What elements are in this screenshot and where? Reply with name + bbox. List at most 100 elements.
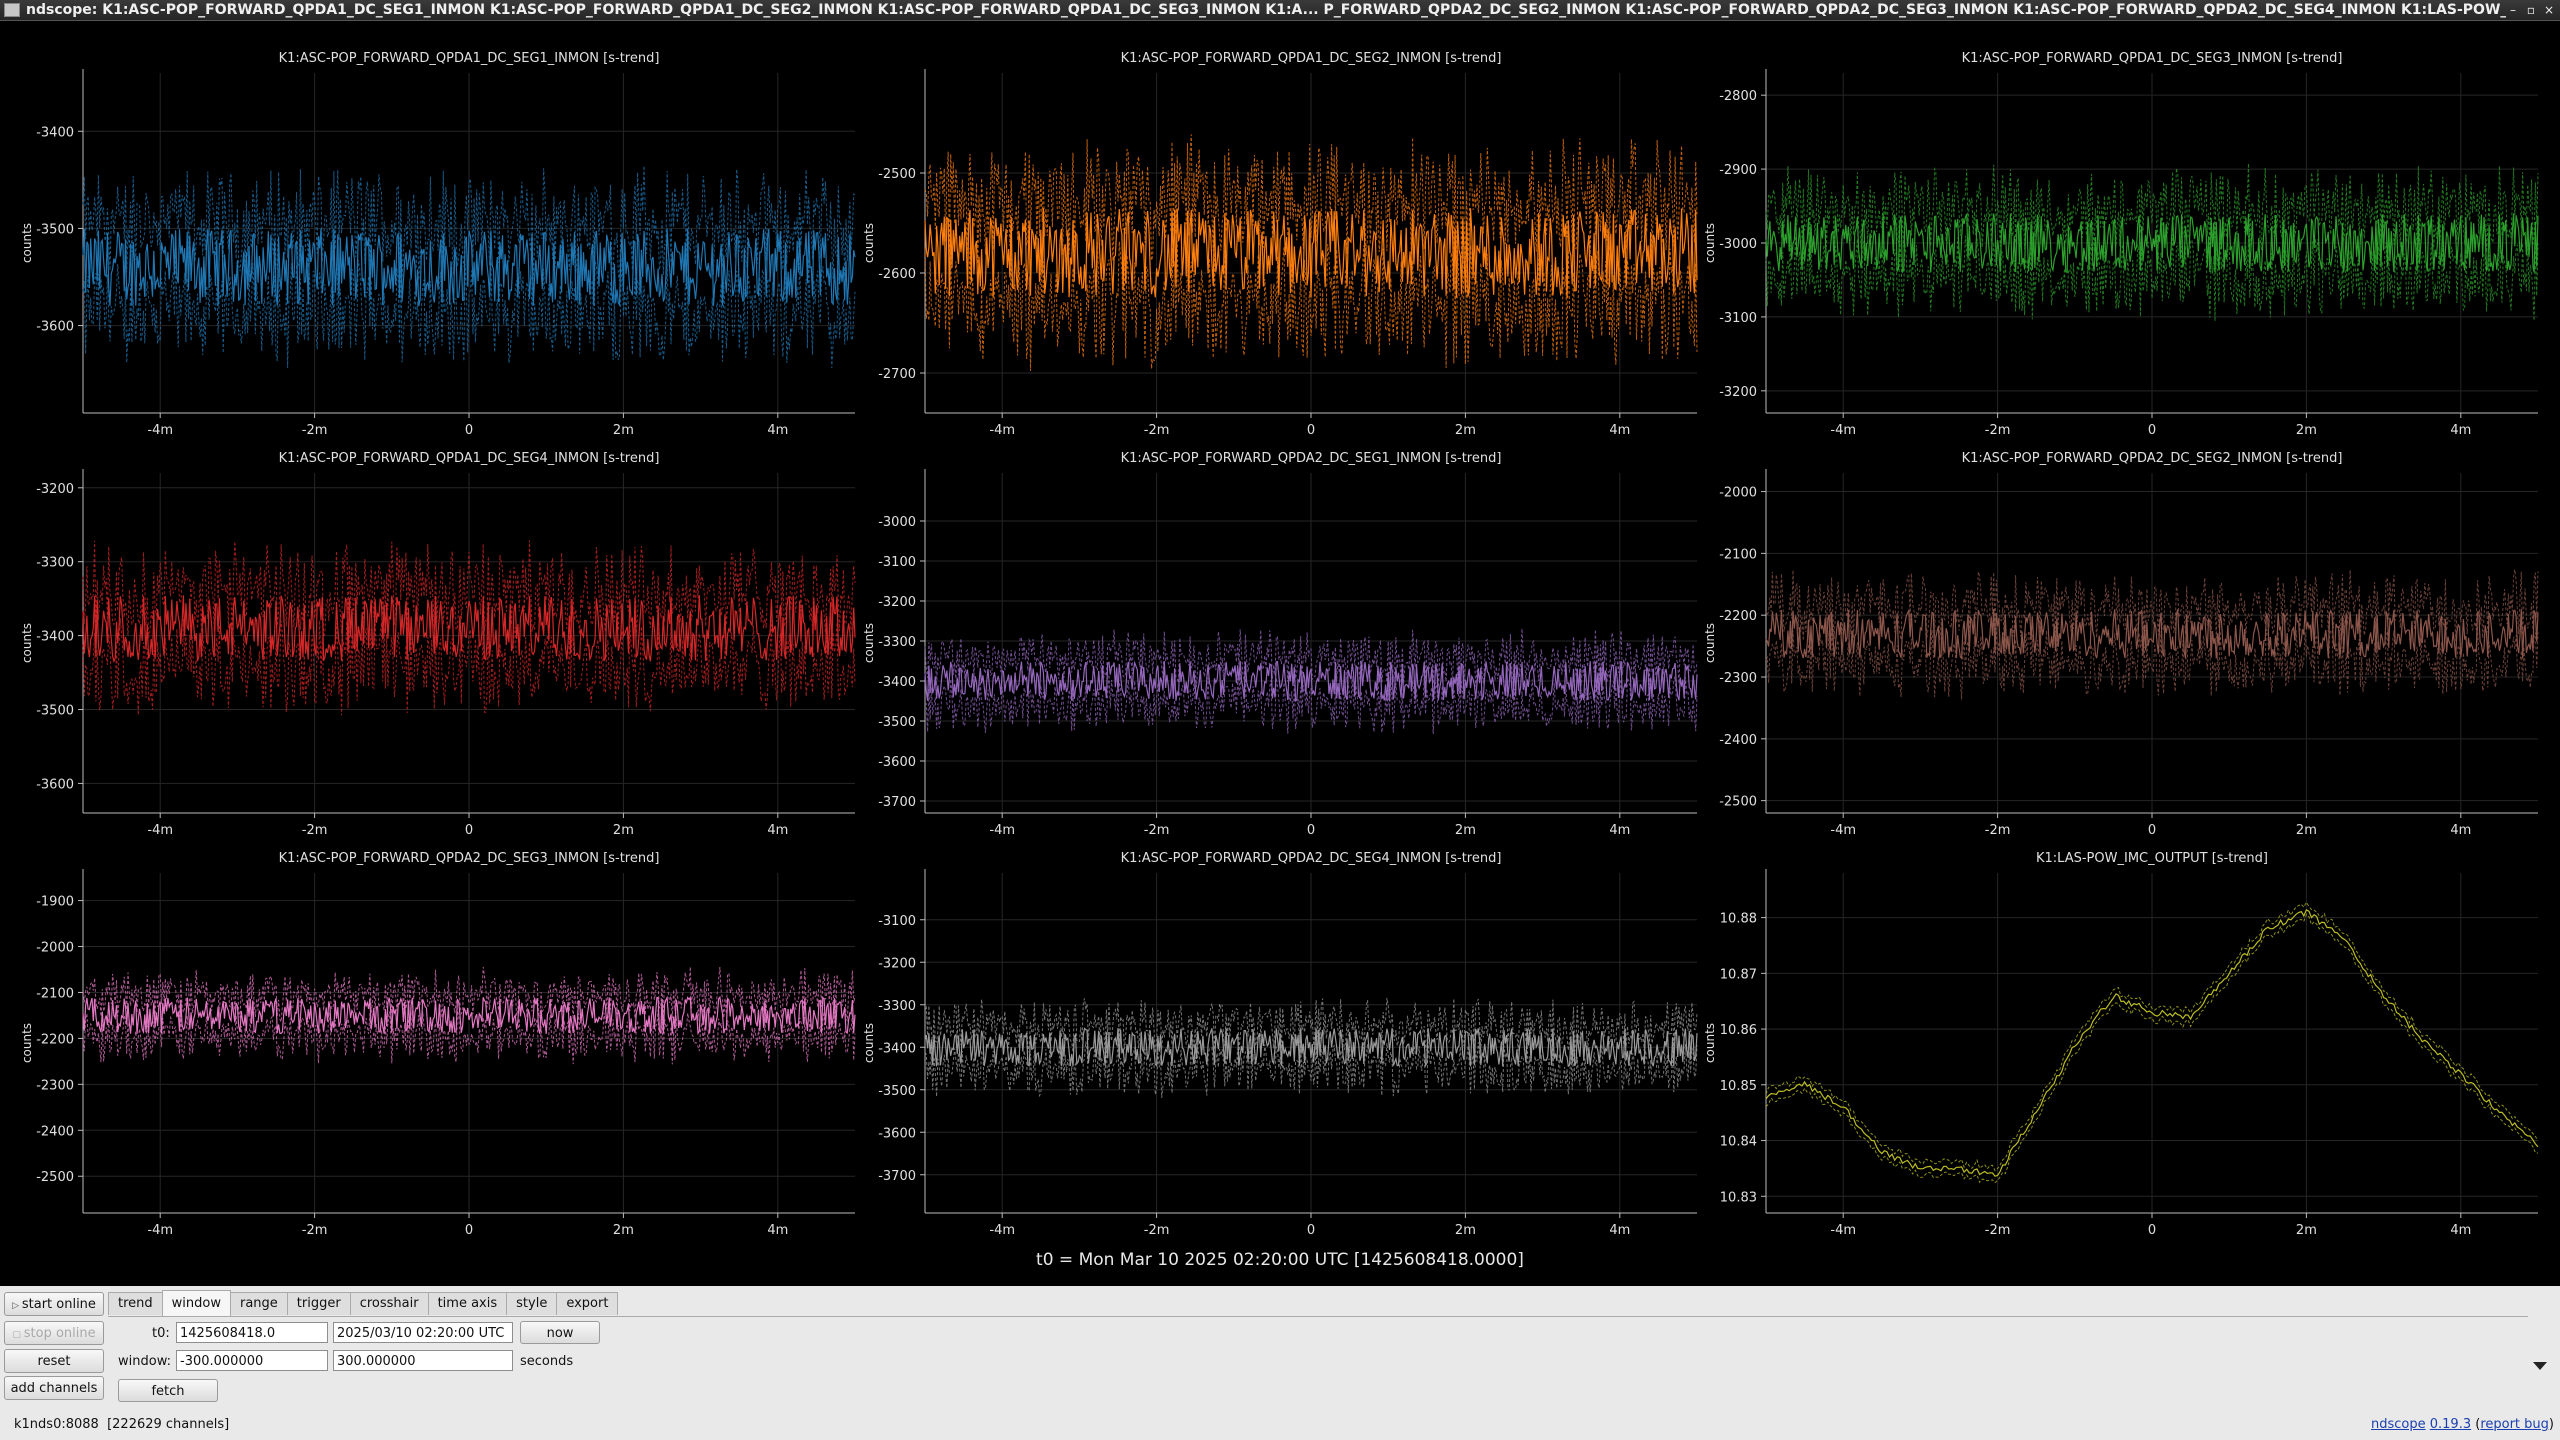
y-tick-label: -2000	[1719, 486, 1757, 501]
x-tick-label: 2m	[613, 823, 634, 838]
plot-title: K1:ASC-POP_FORWARD_QPDA2_DC_SEG1_INMON […	[1121, 451, 1502, 466]
x-tick-label: 4m	[2450, 823, 2471, 838]
tab-trigger[interactable]: trigger	[286, 1292, 351, 1315]
version-link[interactable]: 0.19.3	[2430, 1417, 2471, 1432]
y-tick-label: -3600	[36, 777, 74, 792]
plot-title: K1:LAS-POW_IMC_OUTPUT [s-trend]	[2036, 851, 2268, 866]
close-icon[interactable]: ×	[2542, 3, 2556, 17]
y-tick-label: -3700	[878, 795, 916, 810]
y-tick-label: -3500	[36, 704, 74, 719]
tab-crosshair[interactable]: crosshair	[349, 1292, 429, 1315]
x-tick-label: -2m	[302, 423, 328, 438]
y-tick-label: 10.83	[1720, 1190, 1757, 1205]
plot-title: K1:ASC-POP_FORWARD_QPDA1_DC_SEG2_INMON […	[1121, 51, 1502, 66]
y-tick-label: -3100	[878, 914, 916, 929]
y-tick-label: -3200	[878, 956, 916, 971]
y-axis-label: counts	[1703, 623, 1717, 663]
y-tick-label: -3300	[878, 635, 916, 650]
y-tick-label: -3600	[878, 1126, 916, 1141]
y-tick-label: -3500	[878, 1084, 916, 1099]
control-panel: ▷ start online ▢ stop online reset add c…	[0, 1286, 2560, 1440]
plot-title: K1:ASC-POP_FORWARD_QPDA2_DC_SEG4_INMON […	[1121, 851, 1502, 866]
status-server: k1nds0:8088 [222629 channels]	[14, 1417, 229, 1432]
y-tick-label: -3500	[878, 715, 916, 730]
add-channels-button[interactable]: add channels	[4, 1376, 104, 1400]
y-tick-label: -2200	[36, 1032, 74, 1047]
stop-online-label: stop online	[23, 1326, 96, 1341]
stop-icon: ▢	[12, 1330, 24, 1340]
stop-online-button[interactable]: ▢ stop online	[4, 1321, 104, 1345]
reset-button[interactable]: reset	[4, 1349, 104, 1373]
x-tick-label: -4m	[147, 1223, 173, 1238]
x-tick-label: 0	[1307, 823, 1315, 838]
x-tick-label: 0	[465, 423, 473, 438]
y-tick-label: -2600	[878, 267, 916, 282]
maximize-icon[interactable]: ▫	[2524, 3, 2538, 17]
start-online-label: start online	[21, 1297, 96, 1312]
t0-utc-input[interactable]: 2025/03/10 02:20:00 UTC	[333, 1322, 513, 1343]
window-title: ndscope: K1:ASC-POP_FORWARD_QPDA1_DC_SEG…	[26, 2, 2506, 18]
t0-gps-input[interactable]: 1425608418.0	[176, 1322, 328, 1343]
plot-panel-1[interactable]: K1:ASC-POP_FORWARD_QPDA1_DC_SEG1_INMON […	[20, 51, 856, 438]
tab-style[interactable]: style	[506, 1292, 558, 1315]
x-tick-label: 4m	[1609, 423, 1630, 438]
plot-panel-4[interactable]: K1:ASC-POP_FORWARD_QPDA1_DC_SEG4_INMON […	[20, 451, 856, 838]
y-tick-label: 10.84	[1720, 1135, 1757, 1150]
plot-panel-8[interactable]: K1:ASC-POP_FORWARD_QPDA2_DC_SEG4_INMON […	[862, 851, 1698, 1238]
tab-export[interactable]: export	[556, 1292, 619, 1315]
plot-panel-9[interactable]: K1:LAS-POW_IMC_OUTPUT [s-trend]counts10.…	[1703, 851, 2539, 1238]
x-tick-label: -2m	[302, 1223, 328, 1238]
x-tick-label: -4m	[989, 823, 1015, 838]
y-tick-label: -3200	[878, 595, 916, 610]
tab-pane-border	[108, 1316, 2528, 1317]
report-bug-link[interactable]: report bug	[2480, 1417, 2549, 1432]
y-tick-label: -2500	[1719, 795, 1757, 810]
y-tick-label: -3400	[878, 675, 916, 690]
x-tick-label: 4m	[1609, 1223, 1630, 1238]
plot-panel-2[interactable]: K1:ASC-POP_FORWARD_QPDA1_DC_SEG2_INMON […	[862, 51, 1698, 438]
ndscope-link[interactable]: ndscope	[2371, 1417, 2426, 1432]
collapse-arrow-icon[interactable]	[2533, 1362, 2547, 1370]
status-version: ndscope 0.19.3 (report bug)	[2370, 1417, 2554, 1432]
x-tick-label: 2m	[2296, 823, 2317, 838]
x-tick-label: 0	[1307, 1223, 1315, 1238]
now-button[interactable]: now	[520, 1321, 600, 1344]
y-tick-label: -2900	[1719, 163, 1757, 178]
y-tick-label: 10.86	[1720, 1023, 1757, 1038]
y-tick-label: -3400	[36, 630, 74, 645]
tab-trend[interactable]: trend	[108, 1292, 163, 1315]
tab-range[interactable]: range	[229, 1292, 288, 1315]
y-tick-label: 10.88	[1720, 912, 1757, 927]
y-tick-label: -3400	[36, 125, 74, 140]
x-tick-label: 2m	[1455, 423, 1476, 438]
plot-panel-7[interactable]: K1:ASC-POP_FORWARD_QPDA2_DC_SEG3_INMON […	[20, 851, 856, 1238]
x-tick-label: 4m	[767, 423, 788, 438]
plot-area[interactable]: K1:ASC-POP_FORWARD_QPDA1_DC_SEG1_INMON […	[0, 21, 2560, 1286]
minimize-icon[interactable]: –	[2506, 3, 2520, 17]
x-tick-label: -4m	[147, 423, 173, 438]
y-tick-label: -3200	[36, 482, 74, 497]
plot-panel-5[interactable]: K1:ASC-POP_FORWARD_QPDA2_DC_SEG1_INMON […	[862, 451, 1698, 838]
app-icon[interactable]	[4, 3, 20, 17]
window-end-input[interactable]: 300.000000	[333, 1350, 513, 1371]
x-tick-label: -2m	[1144, 423, 1170, 438]
y-tick-label: -3100	[878, 555, 916, 570]
y-tick-label: -1900	[36, 895, 74, 910]
y-tick-label: -3700	[878, 1169, 916, 1184]
y-tick-label: -3000	[878, 515, 916, 530]
y-tick-label: -2400	[36, 1124, 74, 1139]
fetch-button[interactable]: fetch	[118, 1379, 218, 1402]
plot-panel-6[interactable]: K1:ASC-POP_FORWARD_QPDA2_DC_SEG2_INMON […	[1703, 451, 2539, 838]
x-tick-label: 2m	[1455, 823, 1476, 838]
y-tick-label: -2200	[1719, 609, 1757, 624]
tab-window[interactable]: window	[161, 1290, 231, 1316]
window-start-input[interactable]: -300.000000	[176, 1350, 328, 1371]
x-tick-label: -2m	[1144, 823, 1170, 838]
x-tick-label: -4m	[147, 823, 173, 838]
plot-panel-3[interactable]: K1:ASC-POP_FORWARD_QPDA1_DC_SEG3_INMON […	[1703, 51, 2539, 438]
plots-canvas[interactable]: K1:ASC-POP_FORWARD_QPDA1_DC_SEG1_INMON […	[0, 21, 2560, 1286]
start-online-button[interactable]: ▷ start online	[4, 1292, 104, 1316]
x-tick-label: 0	[465, 823, 473, 838]
y-tick-label: -2300	[36, 1078, 74, 1093]
tab-time-axis[interactable]: time axis	[427, 1292, 508, 1315]
